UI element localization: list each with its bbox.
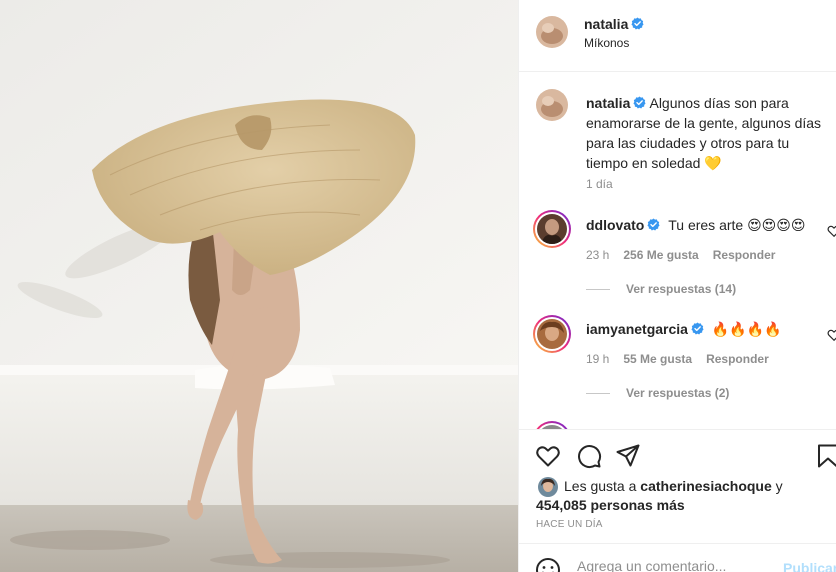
author-username[interactable]: natalia [584, 16, 628, 32]
likes-joiner: y [775, 478, 783, 494]
comment-text: 🔥🔥🔥🔥 [711, 321, 782, 337]
heart-icon[interactable] [535, 443, 561, 469]
comment-likes[interactable]: 256 Me gusta [623, 248, 698, 262]
post-header: natalia Míkonos [519, 0, 836, 72]
likes-count-button[interactable]: 454,085 personas más [536, 497, 685, 513]
likes-prefix: Les gusta a [564, 478, 637, 494]
author-name-row: natalia [584, 16, 644, 34]
comment-icon[interactable] [576, 443, 602, 469]
comment-like-icon[interactable] [827, 224, 836, 238]
likes-summary: Les gusta a catherinesiachoque y 454,085… [536, 477, 783, 515]
bookmark-icon[interactable] [816, 443, 836, 469]
comment-meta: 19 h 55 Me gusta Responder [586, 352, 783, 366]
comment-avatar[interactable] [533, 210, 571, 248]
caption-author-avatar[interactable] [536, 89, 568, 121]
author-avatar[interactable] [536, 16, 568, 48]
verified-badge-icon [631, 17, 644, 30]
post-photo[interactable] [0, 0, 518, 572]
publish-comment-button[interactable]: Publicar [783, 560, 836, 572]
comment-body: ddlovato Tu eres arte 😍😍😍😍 [586, 217, 805, 234]
post-caption: natalia Algunos días son para enamorarse… [586, 93, 826, 173]
verified-badge-icon [647, 218, 660, 231]
comment-input[interactable] [577, 558, 777, 572]
post-details-panel: natalia Míkonos natalia Algunos días son… [518, 0, 836, 572]
comment-like-icon[interactable] [827, 328, 836, 342]
view-replies-button[interactable]: Ver respuestas (14) [586, 282, 736, 296]
verified-badge-icon [633, 96, 646, 109]
post-timestamp[interactable]: HACE UN DÍA [536, 519, 603, 530]
comment-username[interactable]: iamyanetgarcia [586, 321, 688, 337]
reply-button[interactable]: Responder [713, 248, 776, 262]
emoji-icon[interactable] [535, 557, 561, 572]
photo-illustration [0, 0, 518, 572]
caption-timestamp[interactable]: 1 día [586, 177, 613, 191]
comment-avatar[interactable] [533, 421, 571, 429]
comment-username[interactable]: ddlovato [586, 217, 644, 233]
liker-username[interactable]: catherinesiachoque [640, 478, 772, 494]
caption-username[interactable]: natalia [586, 95, 630, 111]
view-replies-label: Ver respuestas (14) [626, 282, 737, 296]
replies-divider [586, 289, 610, 291]
comment-likes[interactable]: 55 Me gusta [623, 352, 692, 366]
send-icon[interactable] [615, 443, 641, 469]
post-location[interactable]: Míkonos [584, 36, 629, 50]
comment-avatar[interactable] [533, 315, 571, 353]
reply-button[interactable]: Responder [706, 352, 769, 366]
comment-time[interactable]: 19 h [586, 352, 609, 366]
comment-time[interactable]: 23 h [586, 248, 609, 262]
post-actions-section: Les gusta a catherinesiachoque y 454,085… [519, 429, 836, 572]
comment-text: Tu eres arte 😍😍😍😍 [668, 217, 806, 233]
comment-meta: 23 h 256 Me gusta Responder [586, 248, 789, 262]
comment-body: iamyanetgarcia 🔥🔥🔥🔥 [586, 321, 782, 338]
comments-list[interactable]: natalia Algunos días son para enamorarse… [519, 73, 836, 429]
view-replies-label: Ver respuestas (2) [626, 386, 730, 400]
replies-divider [586, 393, 610, 395]
verified-badge-icon [691, 322, 704, 335]
add-comment-bar: Publicar [519, 543, 836, 572]
view-replies-button[interactable]: Ver respuestas (2) [586, 386, 729, 400]
